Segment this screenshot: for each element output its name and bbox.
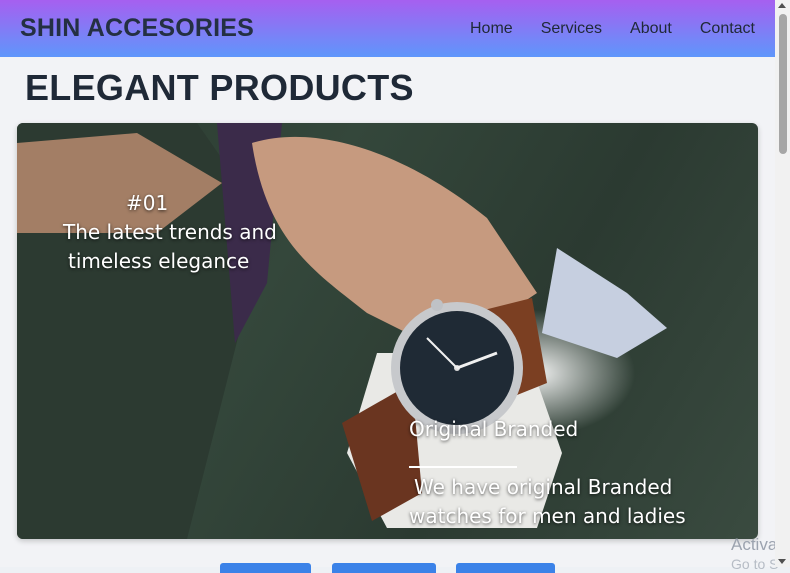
main-nav: Home Services About Contact [470,20,755,38]
carousel-button-3[interactable] [456,563,555,573]
carousel-button-1[interactable] [220,563,311,573]
brand-logo-text[interactable]: SHIN ACCESORIES [20,14,254,43]
page-title: ELEGANT PRODUCTS [25,67,414,108]
scroll-up-arrow-icon[interactable] [778,3,786,8]
nav-services-link[interactable]: Services [541,20,602,38]
nav-contact-link[interactable]: Contact [700,20,755,38]
hero-description-line1: We have original Branded [414,475,673,499]
nav-about-link[interactable]: About [630,20,672,38]
hero-tagline-line1: The latest trends and [63,220,277,244]
hero-section-title: Original Branded [409,417,579,441]
activation-watermark-line2: Go to S [731,556,779,572]
top-navbar: SHIN ACCESORIES Home Services About Cont… [0,0,775,57]
nav-home-link[interactable]: Home [470,20,513,38]
main-content: ELEGANT PRODUCTS #01 The latest trends a… [0,57,775,567]
scroll-down-arrow-icon[interactable] [778,559,786,564]
hero-divider [409,466,517,468]
carousel-button-2[interactable] [332,563,436,573]
hero-number: #01 [126,191,169,215]
hero-tagline-line2: timeless elegance [68,249,250,273]
vertical-scrollbar[interactable] [775,0,790,567]
scroll-thumb[interactable] [779,14,787,154]
hero-banner: #01 The latest trends and timeless elega… [17,123,758,539]
hero-description-line2: watches for men and ladies [409,504,686,528]
